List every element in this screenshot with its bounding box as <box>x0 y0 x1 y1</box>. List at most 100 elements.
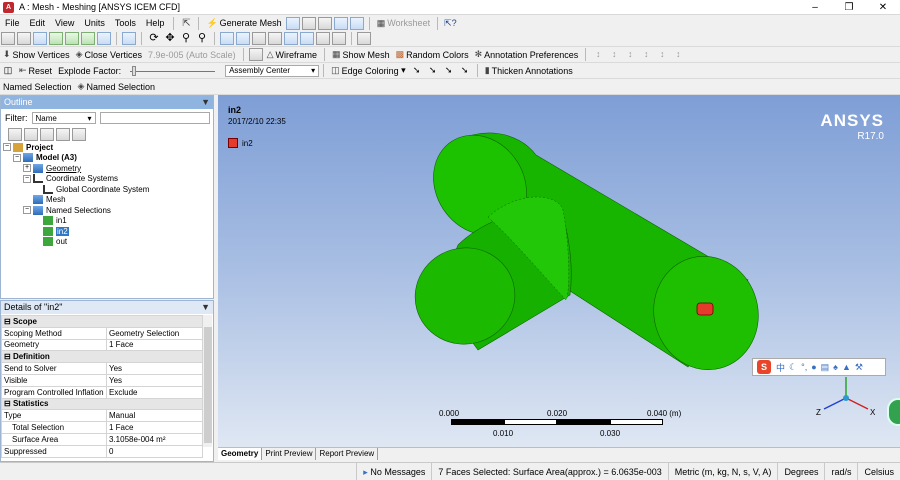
angle-units[interactable]: Degrees <box>777 463 824 480</box>
unit-system[interactable]: Metric (m, kg, N, s, V, A) <box>667 463 778 480</box>
annotation-tool-icon-2[interactable]: ↕ <box>607 48 621 61</box>
edge-coloring-button[interactable]: ◫ Edge Coloring ▾ <box>328 65 409 76</box>
zoom-icon[interactable]: ⚲ <box>179 32 193 45</box>
tree-down-icon[interactable] <box>40 128 54 141</box>
temperature-units[interactable]: Celsius <box>857 463 900 480</box>
next-view-icon[interactable] <box>268 32 282 45</box>
edge-select-icon[interactable] <box>33 32 47 45</box>
show-mesh-button[interactable]: ▦ Show Mesh <box>329 49 393 60</box>
collapse-icon[interactable]: ⊟ <box>4 317 11 326</box>
collapse-icon[interactable]: ⊟ <box>4 352 11 361</box>
worksheet-button[interactable]: ▦ Worksheet <box>374 18 433 29</box>
collapse-icon[interactable]: − <box>23 174 31 183</box>
select-mode-icon[interactable] <box>1 32 15 45</box>
details-row[interactable]: Type Manual <box>1 409 203 423</box>
rate-units[interactable]: rad/s <box>824 463 857 480</box>
node-select-icon[interactable] <box>81 32 95 45</box>
expand-icon[interactable]: + <box>23 164 31 173</box>
graphics-viewport[interactable]: in2 2017/2/10 22:35 in2 ANSYS R17.0 Y X … <box>218 95 900 447</box>
box-zoom-icon[interactable]: ⚲ <box>195 32 209 45</box>
shirt-icon[interactable]: ▲ <box>842 362 851 372</box>
menu-help[interactable]: Help <box>141 18 170 28</box>
annotation-tool-icon-1[interactable]: ↕ <box>591 48 605 61</box>
tree-node-project[interactable]: − Project <box>3 142 149 153</box>
keyboard-icon[interactable]: ▤ <box>821 362 830 373</box>
isometric-view-icon[interactable] <box>284 32 298 45</box>
scrollbar-thumb[interactable] <box>204 327 212 443</box>
details-row[interactable]: Total Selection 1 Face <box>1 421 203 434</box>
magnifier-window-icon[interactable] <box>236 32 250 45</box>
details-row[interactable]: Scoping Method Geometry Selection <box>1 326 203 340</box>
collapse-icon[interactable]: − <box>3 143 11 152</box>
pan-icon[interactable]: ✥ <box>163 32 177 45</box>
details-row[interactable]: Send to Solver Yes <box>1 362 203 375</box>
extend-selection-icon[interactable] <box>122 32 136 45</box>
assembly-center-dropdown[interactable]: Assembly Center ▾ <box>225 64 320 77</box>
random-colors-button[interactable]: ▩ Random Colors <box>393 49 472 60</box>
tree-node-named-selections[interactable]: − Named Selections <box>3 205 149 216</box>
details-row[interactable]: Surface Area 3.1058e-004 m² <box>1 432 203 446</box>
label-icon[interactable] <box>332 32 346 45</box>
filter-dropdown[interactable]: Name ▾ <box>31 112 96 124</box>
annotation-tool-icon-6[interactable]: ↕ <box>671 48 685 61</box>
details-row[interactable]: Geometry 1 Face <box>1 338 203 352</box>
auto-scale-field[interactable]: 7.9e-005 (Auto Scale) <box>145 50 239 60</box>
tree-node-geometry[interactable]: + Geometry <box>3 163 149 174</box>
generate-mesh-button[interactable]: ⚡ Generate Mesh <box>203 18 284 29</box>
tree-node-global-coordinate-system[interactable]: Global Coordinate System <box>3 184 149 195</box>
pin-icon[interactable]: ▼ <box>201 96 210 109</box>
reset-button[interactable]: ⇤ Reset <box>16 65 55 76</box>
minimize-button[interactable]: – <box>798 0 832 14</box>
annotation-tool-icon-3[interactable]: ↕ <box>623 48 637 61</box>
camera-icon[interactable] <box>349 16 364 30</box>
wireframe-button[interactable]: △ Wireframe <box>264 49 320 60</box>
wrench-icon[interactable]: ⚒ <box>855 362 863 373</box>
expand-all-icon[interactable] <box>56 128 70 141</box>
tab-geometry[interactable]: Geometry <box>218 448 263 460</box>
tee-pipe-geometry[interactable]: Y X Z <box>218 95 900 447</box>
edge-tool-icon-3[interactable]: ➘ <box>442 64 456 77</box>
collapse-icon[interactable]: ⊟ <box>4 399 11 408</box>
moon-icon[interactable]: ☾ <box>789 362 797 373</box>
refresh-icon[interactable] <box>8 128 22 141</box>
details-row[interactable]: Program Controlled Inflation Exclude <box>1 385 203 399</box>
group-statistics[interactable]: ⊟ Statistics <box>1 397 203 411</box>
annotation-tool-icon-4[interactable]: ↕ <box>639 48 653 61</box>
pin-icon[interactable]: ▼ <box>201 301 210 314</box>
menu-tools[interactable]: Tools <box>110 18 141 28</box>
rotate-icon[interactable]: ⟳ <box>147 32 161 45</box>
tree-node-in1[interactable]: in1 <box>3 216 149 227</box>
menu-view[interactable]: View <box>50 18 79 28</box>
preview-icon[interactable] <box>285 16 300 30</box>
tree-up-icon[interactable] <box>24 128 38 141</box>
tree-node-in2[interactable]: in2 <box>3 226 149 237</box>
details-row[interactable]: Visible Yes <box>1 373 203 387</box>
floating-assistant-button[interactable] <box>887 398 900 426</box>
help-pointer-icon[interactable]: ⇱? <box>443 17 457 30</box>
tab-print-preview[interactable]: Print Preview <box>262 448 317 460</box>
thicken-annotations-button[interactable]: ▮ Thicken Annotations <box>482 65 576 76</box>
show-vertices-button[interactable]: ⬇ Show Vertices <box>0 49 73 60</box>
tree-node-model[interactable]: − Model (A3) <box>3 153 149 164</box>
ime-language[interactable]: 中 <box>776 361 785 374</box>
screenshot-icon[interactable] <box>333 16 348 30</box>
viewports-icon[interactable] <box>316 32 330 45</box>
punctuation-icon[interactable]: °, <box>801 362 807 372</box>
text-icon[interactable] <box>317 16 332 30</box>
named-selection-button[interactable]: ◈ Named Selection <box>75 81 158 92</box>
pointer-icon[interactable]: ⇱ <box>179 17 193 30</box>
display-edges-icon[interactable] <box>248 48 263 61</box>
image-icon[interactable] <box>301 16 316 30</box>
edge-tool-icon-4[interactable]: ➘ <box>458 64 472 77</box>
menu-edit[interactable]: Edit <box>25 18 51 28</box>
details-row[interactable]: Suppressed 0 <box>1 444 203 458</box>
ime-toolbar[interactable]: S 中 ☾ °, ● ▤ ♠ ▲ ⚒ <box>752 358 886 376</box>
details-scrollbar[interactable] <box>202 315 212 447</box>
zoom-to-fit-icon[interactable] <box>220 32 234 45</box>
menu-file[interactable]: File <box>0 18 25 28</box>
element-select-icon[interactable] <box>97 32 111 45</box>
collapse-icon[interactable]: − <box>23 206 31 215</box>
edge-tool-icon-1[interactable]: ➘ <box>410 64 424 77</box>
edge-tool-icon-2[interactable]: ➘ <box>426 64 440 77</box>
annotation-tool-icon-5[interactable]: ↕ <box>655 48 669 61</box>
